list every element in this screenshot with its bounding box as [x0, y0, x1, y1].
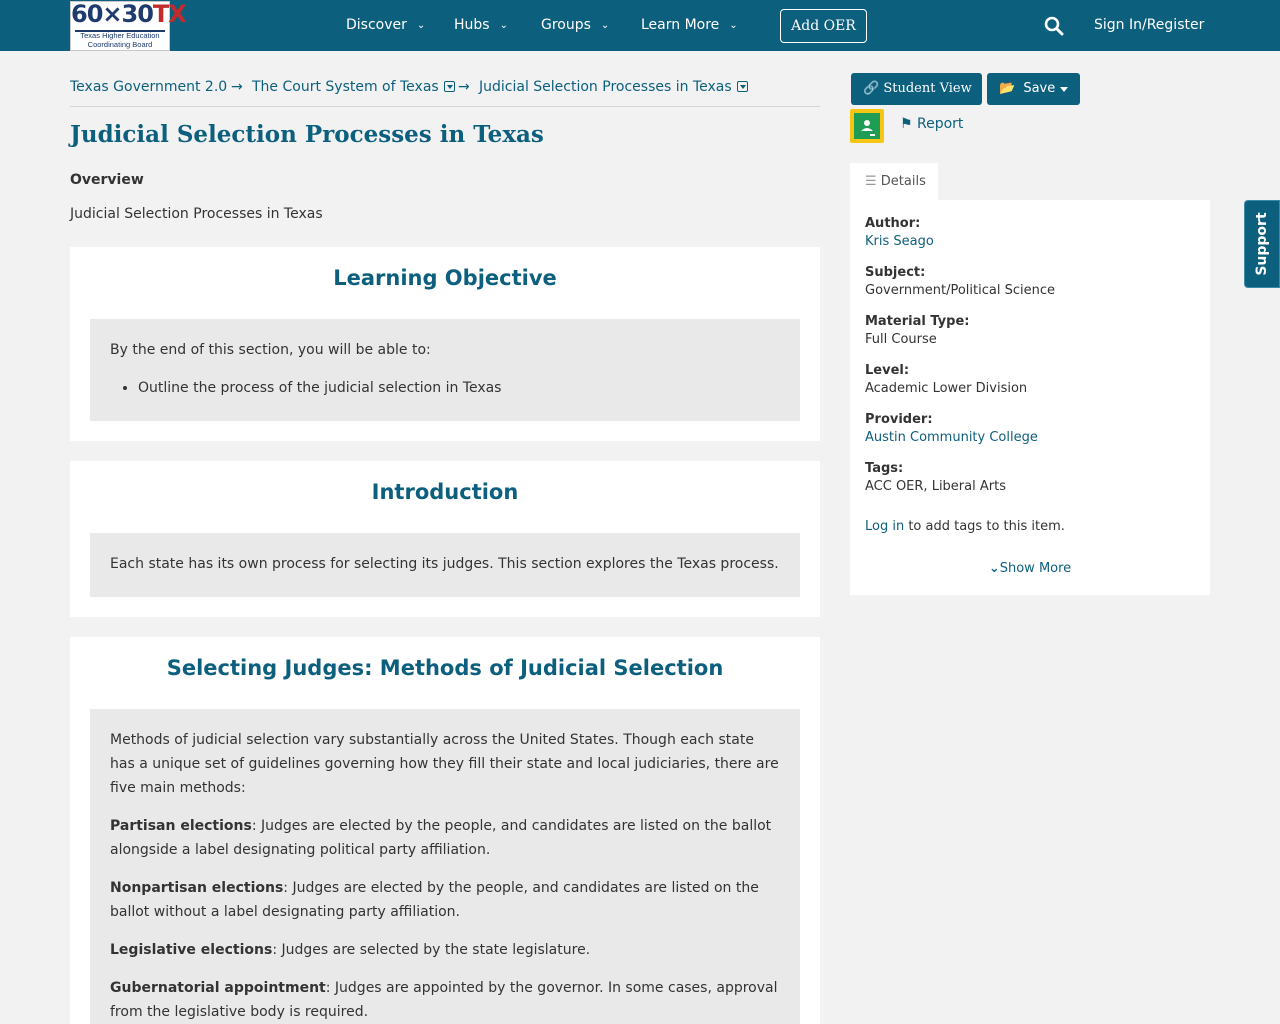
methods-intro: Methods of judicial selection vary subst… [110, 732, 779, 796]
tab-details[interactable]: ☰ Details [850, 163, 938, 201]
material-type-value: Full Course [865, 332, 937, 347]
overview-text: Judicial Selection Processes in Texas [70, 206, 323, 222]
login-prompt: Log in to add tags to this item. [865, 519, 1065, 534]
support-tab[interactable]: Support [1244, 200, 1280, 288]
author-label: Author: [865, 216, 921, 231]
breadcrumb-course[interactable]: Texas Government 2.0 [70, 79, 227, 95]
subject-value: Government/Political Science [865, 283, 1055, 298]
method-term: Partisan elections [110, 818, 252, 834]
dropdown-toggle-icon[interactable] [736, 81, 748, 92]
logo-mark: 60×30TX [71, 0, 187, 28]
breadcrumb-chapter[interactable]: The Court System of Texas [252, 79, 455, 95]
tags-value: ACC OER, Liberal Arts [865, 479, 1006, 494]
chevron-down-icon: ⌄ [416, 20, 426, 31]
chevron-down-icon: ⌄ [499, 20, 508, 31]
overview-label: Overview [70, 172, 144, 188]
flag-icon: ⚑ [900, 116, 913, 132]
introduction-card: Introduction Each state has its own proc… [70, 461, 820, 617]
subject-label: Subject: [865, 265, 926, 280]
nav-hubs[interactable]: Hubs ⌄ [454, 17, 508, 33]
show-more-button[interactable]: ⌄Show More [850, 561, 1210, 576]
caret-down-icon [1060, 87, 1068, 92]
site-logo[interactable]: 60×30TX Texas Higher Education Coordinat… [70, 0, 187, 51]
google-classroom-share-icon[interactable] [850, 109, 884, 143]
level-value: Academic Lower Division [865, 381, 1028, 396]
method-item: Gubernatorial appointment: Judges are ap… [110, 976, 780, 1024]
selecting-judges-card: Selecting Judges: Methods of Judicial Se… [70, 637, 820, 1024]
material-type-label: Material Type: [865, 314, 970, 329]
provider-link[interactable]: Austin Community College [865, 430, 1038, 445]
method-term: Nonpartisan elections [110, 880, 284, 896]
introduction-box: Each state has its own process for selec… [90, 533, 800, 597]
top-navigation-bar: 60×30TX Texas Higher Education Coordinat… [0, 0, 1280, 51]
tags-label: Tags: [865, 461, 904, 476]
page-title: Judicial Selection Processes in Texas [70, 121, 544, 148]
sign-in-register-link[interactable]: Sign In/Register [1094, 17, 1204, 33]
add-oer-button[interactable]: Add OER [780, 9, 867, 43]
list-item: Outline the process of the judicial sele… [138, 376, 780, 400]
author-link[interactable]: Kris Seago [865, 234, 934, 249]
objective-list: Outline the process of the judicial sele… [138, 376, 780, 400]
breadcrumb-separator: → [458, 79, 470, 95]
method-description: : Judges are selected by the state legis… [272, 942, 591, 958]
provider-label: Provider: [865, 412, 933, 427]
nav-learn-more[interactable]: Learn More ⌄ [641, 17, 738, 33]
folder-open-icon: 📂 [999, 81, 1016, 96]
nav-discover[interactable]: Discover ⌄ [346, 17, 425, 33]
list-icon: ☰ [865, 174, 877, 189]
learning-objective-card: Learning Objective By the end of this se… [70, 247, 820, 441]
nav-groups[interactable]: Groups ⌄ [541, 17, 609, 33]
breadcrumb: Texas Government 2.0 → The Court System … [70, 79, 820, 107]
method-item: Nonpartisan elections: Judges are electe… [110, 876, 780, 924]
search-icon[interactable] [1044, 16, 1064, 36]
report-link[interactable]: ⚑ Report [900, 116, 963, 132]
section-heading: Learning Objective [333, 266, 557, 290]
method-item: Partisan elections: Judges are elected b… [110, 814, 780, 862]
section-heading: Selecting Judges: Methods of Judicial Se… [166, 656, 724, 680]
chevron-down-icon: ⌄ [729, 20, 738, 31]
objective-box: By the end of this section, you will be … [90, 319, 800, 421]
student-view-button[interactable]: 🔗 Student View [851, 73, 982, 105]
level-label: Level: [865, 363, 910, 378]
details-panel: Author: Kris Seago Subject: Government/P… [850, 200, 1210, 595]
breadcrumb-separator: → [231, 79, 243, 95]
selecting-judges-box: Methods of judicial selection vary subst… [90, 709, 800, 1024]
method-item: Legislative elections: Judges are select… [110, 938, 780, 962]
login-link[interactable]: Log in [865, 519, 904, 534]
section-heading: Introduction [371, 480, 519, 504]
save-button[interactable]: 📂 Save [987, 73, 1080, 105]
dropdown-toggle-icon[interactable] [443, 81, 455, 92]
method-term: Gubernatorial appointment [110, 980, 326, 996]
method-term: Legislative elections [110, 942, 273, 958]
introduction-text: Each state has its own process for selec… [110, 556, 779, 572]
chevron-down-icon: ⌄ [988, 561, 1000, 576]
chevron-down-icon: ⌄ [600, 20, 610, 31]
objective-intro: By the end of this section, you will be … [110, 342, 431, 358]
logo-subtitle: Texas Higher Education Coordinating Boar… [80, 31, 160, 49]
breadcrumb-section[interactable]: Judicial Selection Processes in Texas [479, 79, 748, 95]
link-icon: 🔗 [863, 81, 880, 96]
